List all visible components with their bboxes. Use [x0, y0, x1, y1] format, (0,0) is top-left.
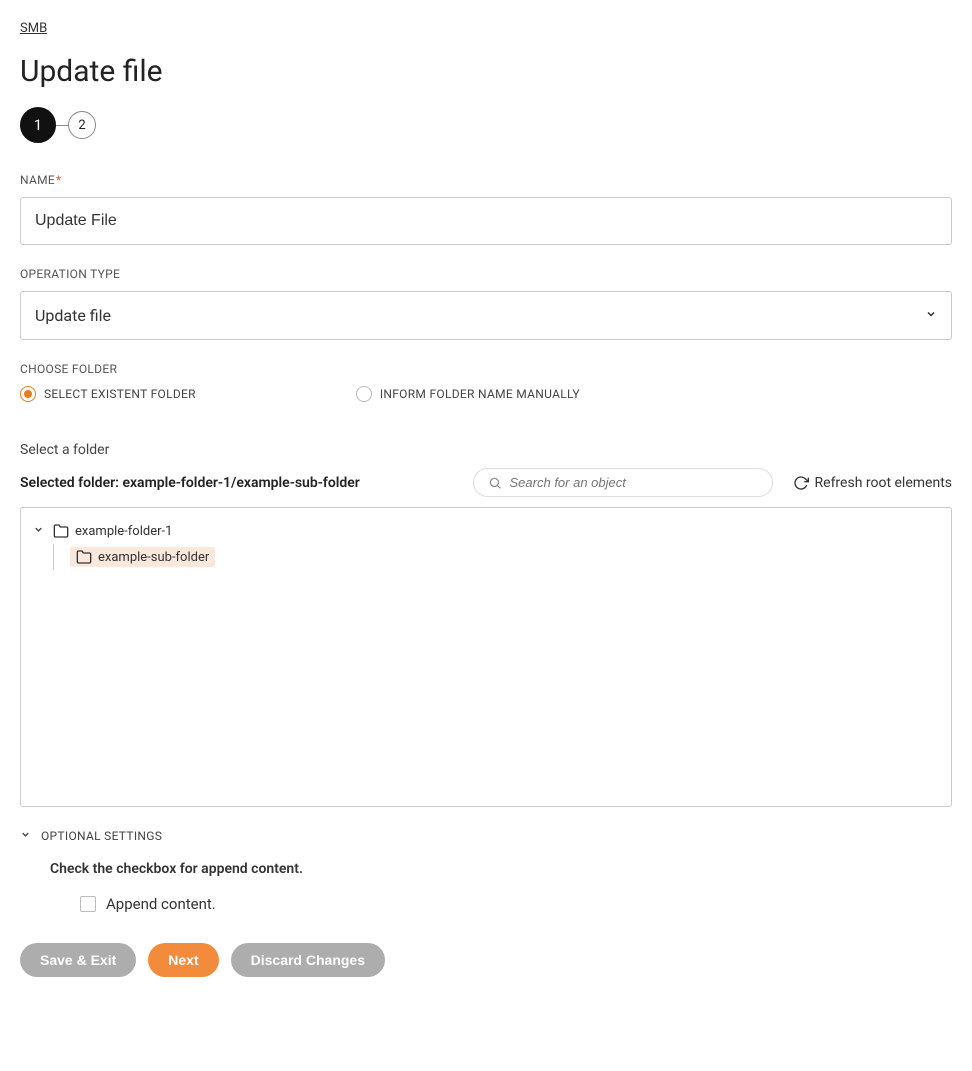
name-label: NAME* [20, 173, 952, 187]
radio-existing-label: SELECT EXISTENT FOLDER [44, 387, 196, 401]
step-connector [56, 125, 68, 126]
checkbox-box [80, 896, 96, 912]
tree-root-label: example-folder-1 [75, 524, 172, 539]
required-asterisk: * [56, 173, 61, 187]
append-content-checkbox[interactable]: Append content. [50, 895, 952, 913]
name-field: NAME* [20, 173, 952, 245]
chevron-down-icon [20, 829, 31, 843]
operation-type-label: OPERATION TYPE [20, 267, 952, 281]
optional-settings-label: OPTIONAL SETTINGS [41, 829, 162, 843]
stepper: 1 2 [20, 107, 952, 143]
radio-select-existing[interactable]: SELECT EXISTENT FOLDER [20, 386, 196, 402]
radio-manual-label: INFORM FOLDER NAME MANUALLY [380, 387, 580, 401]
optional-body: Check the checkbox for append content. A… [20, 861, 952, 913]
chevron-down-icon [925, 308, 937, 324]
save-exit-button[interactable]: Save & Exit [20, 943, 136, 977]
operation-type-field: OPERATION TYPE Update file [20, 267, 952, 340]
tree-child-label: example-sub-folder [98, 550, 209, 565]
step-2[interactable]: 2 [68, 111, 96, 139]
select-folder-subheader: Select a folder [20, 442, 952, 458]
choose-folder-field: CHOOSE FOLDER SELECT EXISTENT FOLDER INF… [20, 362, 952, 402]
name-input[interactable] [20, 197, 952, 245]
refresh-root-link[interactable]: Refresh root elements [793, 475, 952, 491]
search-pill[interactable] [473, 468, 773, 497]
operation-type-value: Update file [35, 306, 111, 325]
folder-icon [53, 523, 69, 539]
button-row: Save & Exit Next Discard Changes [20, 943, 952, 977]
page-title: Update file [20, 54, 952, 89]
folder-icon [76, 549, 92, 565]
tree-child-row[interactable]: example-sub-folder [70, 544, 939, 570]
refresh-label: Refresh root elements [815, 475, 952, 491]
radio-manual[interactable]: INFORM FOLDER NAME MANUALLY [356, 386, 580, 402]
step-1[interactable]: 1 [20, 107, 56, 143]
optional-description: Check the checkbox for append content. [50, 861, 952, 877]
tree-root-row[interactable]: example-folder-1 [33, 520, 939, 542]
refresh-icon [793, 475, 809, 491]
radio-outer-unselected [356, 386, 372, 402]
optional-settings-toggle[interactable]: OPTIONAL SETTINGS [20, 829, 952, 843]
operation-type-select[interactable]: Update file [20, 291, 952, 340]
next-button[interactable]: Next [148, 943, 218, 977]
discard-button[interactable]: Discard Changes [231, 943, 385, 977]
folder-tree[interactable]: example-folder-1 example-sub-folder [20, 507, 952, 807]
chevron-down-icon[interactable] [33, 524, 47, 538]
radio-outer-selected [20, 386, 36, 402]
search-input[interactable] [510, 475, 758, 490]
choose-folder-label: CHOOSE FOLDER [20, 362, 952, 376]
search-icon [488, 476, 502, 490]
breadcrumb[interactable]: SMB [20, 21, 47, 36]
append-content-label: Append content. [106, 895, 216, 913]
selected-folder-text: Selected folder: example-folder-1/exampl… [20, 475, 360, 491]
